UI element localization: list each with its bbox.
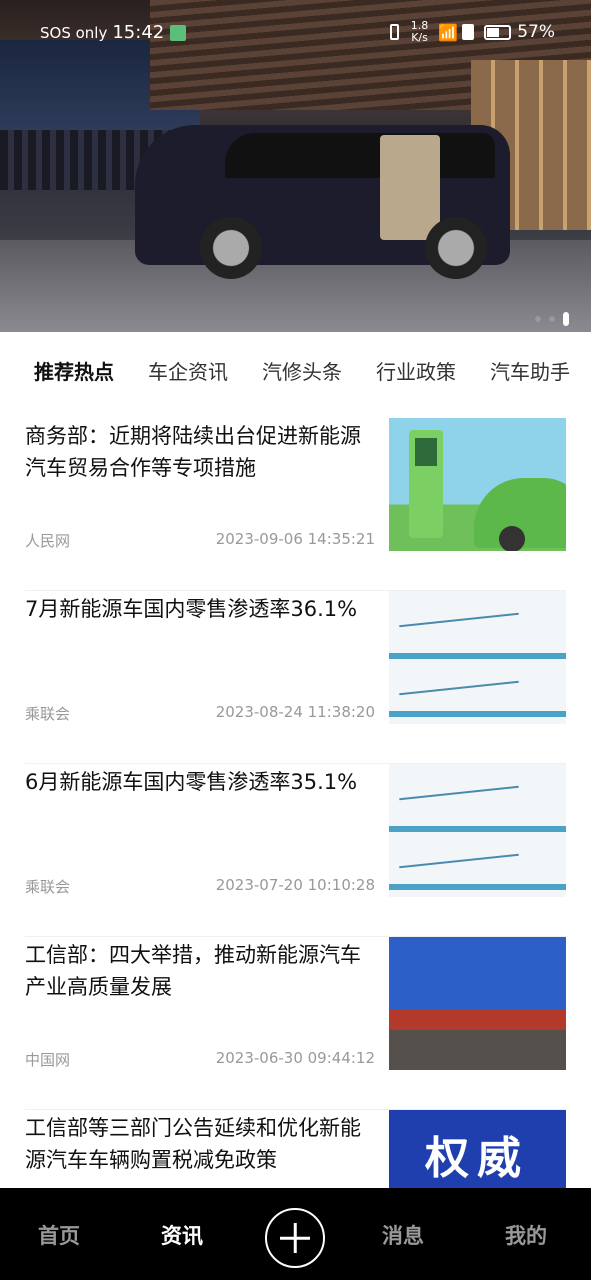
article-title: 6月新能源车国内零售渗透率35.1% xyxy=(25,770,358,794)
article-item[interactable]: 工信部：四大举措，推动新能源汽车产业高质量发展 中国网 2023-06-30 0… xyxy=(25,937,566,1110)
sim-alert-icon xyxy=(462,24,475,40)
article-title: 工信部：四大举措，推动新能源汽车产业高质量发展 xyxy=(25,943,361,999)
net-speed-unit: K/s xyxy=(411,31,428,44)
article-title: 7月新能源车国内零售渗透率36.1% xyxy=(25,597,358,621)
nav-profile[interactable]: 我的 xyxy=(505,1220,547,1250)
nav-news[interactable]: 资讯 xyxy=(161,1220,203,1250)
article-thumbnail-chart xyxy=(389,764,566,897)
article-time: 2023-07-20 10:10:28 xyxy=(215,876,375,894)
carousel-dot-active[interactable] xyxy=(563,312,569,326)
article-thumbnail-press-conference xyxy=(389,937,566,1070)
carrier-text: SOS only xyxy=(40,23,108,42)
battery-icon xyxy=(484,24,512,40)
status-left: SOS only 15:42 xyxy=(40,22,187,43)
banner-van-image xyxy=(135,125,510,279)
plus-circle-icon[interactable] xyxy=(265,1208,325,1268)
vibrate-icon xyxy=(389,24,399,40)
article-item[interactable]: 6月新能源车国内零售渗透率35.1% 乘联会 2023-07-20 10:10:… xyxy=(25,764,566,937)
carousel-dot[interactable] xyxy=(549,316,555,322)
thumb-text: 权威 xyxy=(425,1133,529,1184)
tab-industry-policy[interactable]: 行业政策 xyxy=(376,356,456,390)
clock: 15:42 xyxy=(112,22,165,43)
carousel-dot[interactable] xyxy=(535,316,541,322)
article-item[interactable]: 商务部：近期将陆续出台促进新能源汽车贸易合作等专项措施 人民网 2023-09-… xyxy=(25,418,566,591)
article-source: 乘联会 xyxy=(25,878,71,896)
nav-messages[interactable]: 消息 xyxy=(382,1220,424,1250)
article-time: 2023-08-24 11:38:20 xyxy=(215,703,375,721)
bottom-navigation: 首页 资讯 消息 我的 xyxy=(0,1188,591,1280)
battery-percent: 57% xyxy=(517,22,555,42)
status-right: 1.8 K/s 📶 57% xyxy=(389,20,555,44)
article-source: 中国网 xyxy=(25,1051,71,1069)
article-source: 人民网 xyxy=(25,532,71,550)
article-item[interactable]: 7月新能源车国内零售渗透率36.1% 乘联会 2023-08-24 11:38:… xyxy=(25,591,566,764)
category-tabs: 推荐热点 车企资讯 汽修头条 行业政策 汽车助手 xyxy=(0,356,591,390)
tab-car-assistant[interactable]: 汽车助手 xyxy=(490,356,570,390)
tab-recommended[interactable]: 推荐热点 xyxy=(34,356,114,390)
hero-banner-carousel[interactable]: SOS only 15:42 1.8 K/s 📶 57% xyxy=(0,0,591,332)
wifi-icon: 📶 xyxy=(438,22,459,42)
article-title: 工信部等三部门公告延续和优化新能源汽车车辆购置税减免政策 xyxy=(25,1116,361,1172)
article-thumbnail-ev-charging xyxy=(389,418,566,551)
tab-repair-headlines[interactable]: 汽修头条 xyxy=(262,356,342,390)
article-title: 商务部：近期将陆续出台促进新能源汽车贸易合作等专项措施 xyxy=(25,424,361,480)
article-time: 2023-06-30 09:44:12 xyxy=(215,1049,375,1067)
article-source: 乘联会 xyxy=(25,705,71,723)
carousel-indicator xyxy=(535,312,569,326)
tab-automaker-news[interactable]: 车企资讯 xyxy=(148,356,228,390)
article-thumbnail-chart xyxy=(389,591,566,724)
nav-home[interactable]: 首页 xyxy=(38,1220,80,1250)
app-notification-icon xyxy=(170,24,187,41)
article-time: 2023-09-06 14:35:21 xyxy=(215,530,375,548)
